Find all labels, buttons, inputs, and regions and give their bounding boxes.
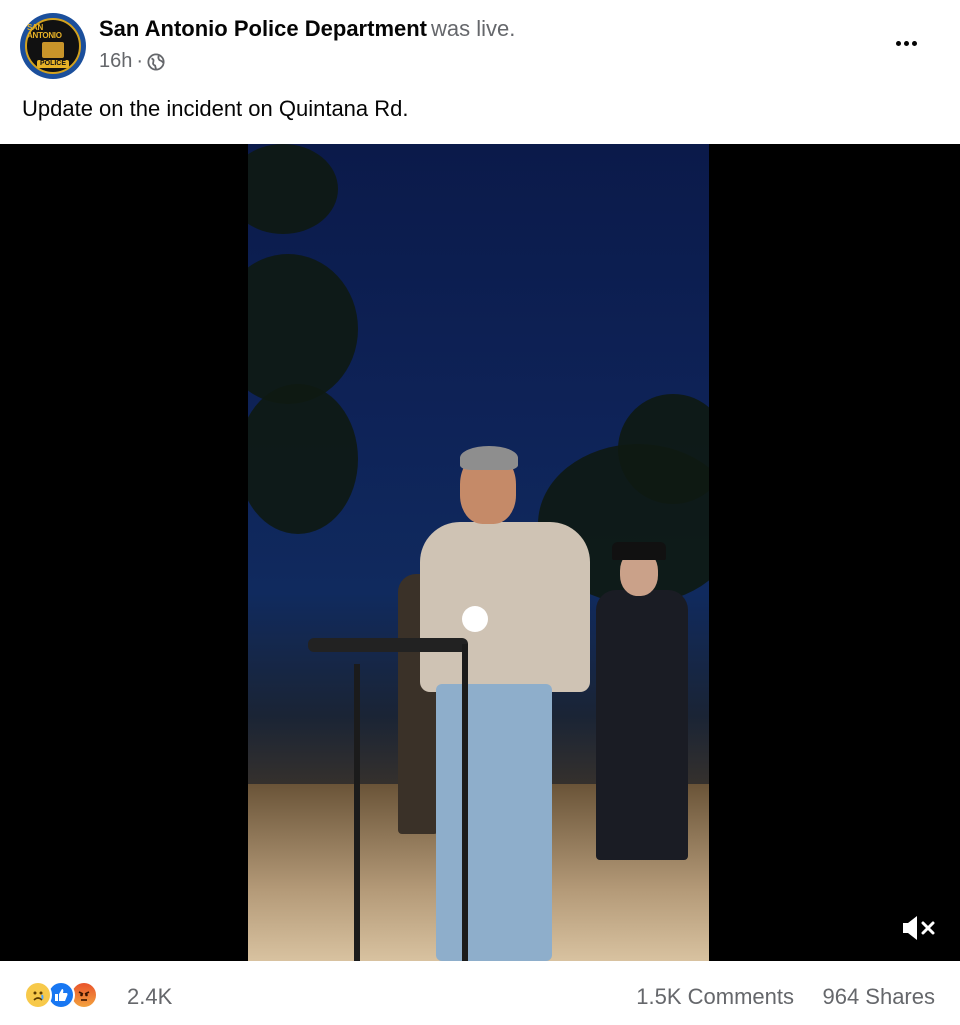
- reaction-count[interactable]: 2.4K: [127, 984, 172, 1010]
- page-avatar[interactable]: SAN ANTONIO POLICE: [20, 13, 86, 79]
- more-options-button[interactable]: [886, 28, 926, 58]
- badge-top-text: SAN ANTONIO: [27, 23, 62, 40]
- tree-silhouette: [248, 384, 358, 534]
- badge-bottom-text: POLICE: [36, 60, 70, 68]
- more-dot: [903, 40, 909, 46]
- speaker-hair: [460, 446, 518, 470]
- post-caption: Update on the incident on Quintana Rd.: [22, 96, 409, 121]
- post-footer: 2.4K 1.5K Comments 964 Shares: [0, 961, 960, 1025]
- volume-muted-icon: [903, 916, 935, 940]
- speaker-jeans: [436, 684, 552, 961]
- post-meta: 16h ·: [99, 50, 165, 73]
- video-player[interactable]: [0, 144, 960, 961]
- meta-separator: ·: [136, 50, 144, 72]
- tree-silhouette: [248, 254, 358, 404]
- officer-figure: [596, 590, 688, 860]
- more-dot: [911, 40, 917, 46]
- mic-stand: [354, 664, 360, 961]
- page-name-line: San Antonio Police Department was live.: [99, 16, 515, 42]
- station-mic-flag: [462, 606, 488, 632]
- post-timestamp[interactable]: 16h: [99, 50, 132, 73]
- speaker-shirt: [420, 522, 590, 692]
- microphone-cluster: [308, 638, 468, 652]
- police-badge-icon: SAN ANTONIO POLICE: [25, 18, 81, 74]
- live-status: was live.: [431, 16, 516, 41]
- video-frame[interactable]: [248, 144, 709, 961]
- mute-toggle-button[interactable]: [898, 908, 938, 948]
- globe-icon: [147, 52, 165, 71]
- officer-cap: [612, 542, 666, 560]
- post-header: SAN ANTONIO POLICE San Antonio Police De…: [0, 0, 960, 90]
- mic-stand: [462, 644, 468, 961]
- page-name-link[interactable]: San Antonio Police Department: [99, 16, 427, 41]
- shares-count-link[interactable]: 964 Shares: [822, 984, 935, 1010]
- badge-building-icon: [42, 42, 64, 58]
- reaction-icons[interactable]: [24, 981, 98, 1009]
- sad-reaction-icon: [24, 981, 52, 1009]
- tree-silhouette: [248, 144, 338, 234]
- comments-count-link[interactable]: 1.5K Comments: [636, 984, 794, 1010]
- more-dot: [895, 40, 901, 46]
